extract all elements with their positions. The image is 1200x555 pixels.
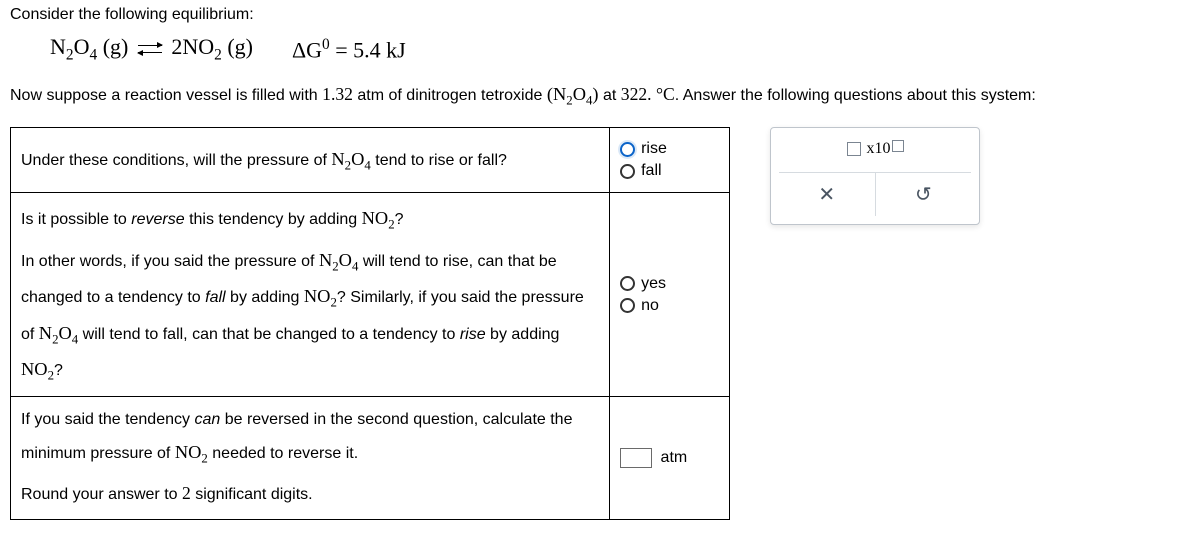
close-icon: ✕	[818, 182, 835, 207]
radio-yes-label: yes	[641, 275, 666, 293]
radio-rise[interactable]	[620, 142, 635, 157]
radio-fall[interactable]	[620, 164, 635, 179]
radio-yes[interactable]	[620, 276, 635, 291]
questions-table: Under these conditions, will the pressur…	[10, 127, 730, 520]
equation-lhs: N2O4 (g)	[50, 34, 128, 64]
undo-icon: ↻	[915, 182, 932, 207]
radio-fall-label: fall	[641, 162, 661, 180]
question-row-1: Under these conditions, will the pressur…	[11, 128, 730, 193]
setup-text: Now suppose a reaction vessel is filled …	[10, 78, 1190, 113]
pressure-unit: atm	[661, 449, 688, 466]
radio-no[interactable]	[620, 298, 635, 313]
radio-no-label: no	[641, 297, 659, 315]
equation-rhs: 2NO2 (g)	[171, 34, 253, 64]
reset-button[interactable]: ↻	[875, 172, 972, 216]
question-3-text: If you said the tendency can be reversed…	[21, 405, 599, 472]
pressure-input[interactable]	[620, 448, 652, 468]
question-2-line1: Is it possible to reverse this tendency …	[21, 201, 599, 237]
intro-text: Consider the following equilibrium:	[10, 6, 1190, 24]
question-1-text: Under these conditions, will the pressur…	[11, 128, 610, 193]
equilibrium-arrows-icon	[138, 42, 162, 56]
scientific-notation-checkbox[interactable]	[847, 142, 861, 156]
x10-label: x10	[867, 140, 904, 158]
clear-button[interactable]: ✕	[779, 172, 875, 216]
radio-rise-label: rise	[641, 140, 667, 158]
question-2-line2: In other words, if you said the pressure…	[21, 243, 599, 388]
question-3-hint: Round your answer to 2 significant digit…	[21, 477, 599, 510]
equilibrium-equation: N2O4 (g) 2NO2 (g) ΔG0 = 5.4 kJ	[50, 34, 1190, 64]
question-row-2: Is it possible to reverse this tendency …	[11, 193, 730, 397]
question-row-3: If you said the tendency can be reversed…	[11, 396, 730, 519]
equation-delta-g: ΔG0 = 5.4 kJ	[292, 36, 406, 63]
tool-panel: x10 ✕ ↻	[770, 127, 980, 225]
exponent-box-icon	[892, 140, 904, 152]
